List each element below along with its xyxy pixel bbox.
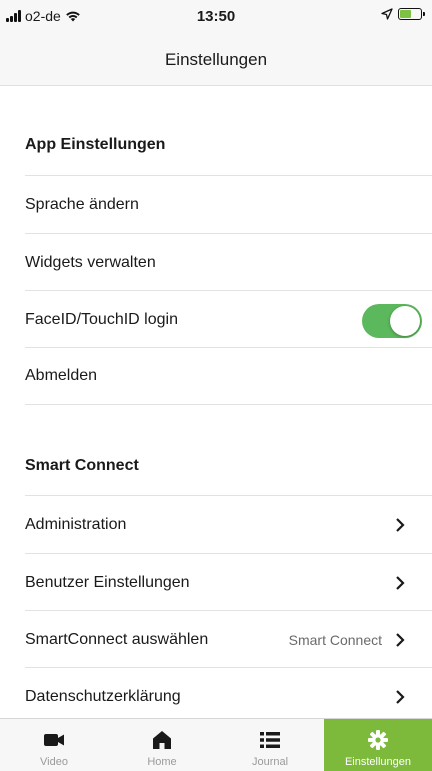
tab-bar: Video Home Journal Einstellungen [0,718,432,771]
tab-label: Home [147,756,177,768]
tab-label: Einstellungen [344,756,412,768]
row-label: Benutzer Einstellungen [25,573,190,591]
battery-fill [400,10,411,18]
row-label: Abmelden [25,367,98,384]
list-icon [260,732,280,748]
row-faceid-login: FaceID/TouchID login [25,290,432,348]
toggle-knob [390,306,420,336]
row-select-smartconnect[interactable]: SmartConnect auswählen Smart Connect [25,610,432,668]
settings-list: App Einstellungen Sprache ändern Widgets… [0,86,432,718]
status-time: 13:50 [196,8,236,25]
nav-header: Einstellungen [0,36,432,86]
tab-settings[interactable]: Einstellungen [324,719,432,771]
row-label: Datenschutzerklärung [25,687,181,705]
row-label: Widgets verwalten [25,253,156,271]
row-change-language[interactable]: Sprache ändern [25,175,432,233]
tab-journal[interactable]: Journal [216,719,324,771]
location-arrow-icon [381,8,393,20]
row-manage-widgets[interactable]: Widgets verwalten [25,233,432,291]
chevron-right-icon [396,576,405,590]
row-privacy-policy[interactable]: Datenschutzerklärung [25,667,432,718]
home-icon [153,731,171,749]
chevron-right-icon [396,690,405,704]
section-heading-smart-connect: Smart Connect [25,457,139,474]
tab-label: Video [40,756,68,768]
row-value: Smart Connect [288,631,382,648]
row-administration[interactable]: Administration [25,495,432,553]
battery-icon [398,8,425,20]
tab-label: Journal [251,756,289,768]
section-heading-app-settings: App Einstellungen [25,136,166,153]
tab-video[interactable]: Video [0,719,108,771]
row-label: SmartConnect auswählen [25,630,209,648]
row-user-settings[interactable]: Benutzer Einstellungen [25,553,432,611]
row-label: Sprache ändern [25,195,139,213]
row-logout[interactable]: Abmelden [25,347,432,405]
status-bar: o2-de 13:50 [0,0,432,36]
page-title: Einstellungen [164,50,268,69]
row-label: Administration [25,515,127,533]
row-label: FaceID/TouchID login [25,310,178,328]
gear-icon [368,730,388,750]
chevron-right-icon [396,518,405,532]
status-right [381,8,425,20]
chevron-right-icon [396,633,405,647]
faceid-toggle[interactable] [362,304,422,338]
video-camera-icon [44,734,64,746]
tab-home[interactable]: Home [108,719,216,771]
